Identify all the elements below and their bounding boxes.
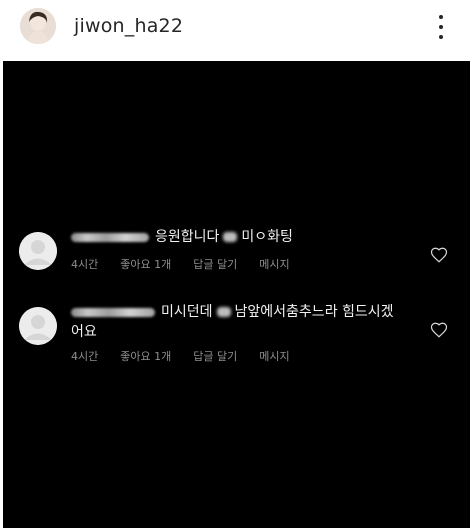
blurred-text [216, 307, 231, 317]
heart-outline-icon[interactable] [430, 246, 448, 264]
avatar-photo [20, 8, 56, 44]
comment-meta: 4시간 좋아요 1개 답글 달기 메시지 [71, 348, 290, 364]
reply-button[interactable]: 답글 달기 [193, 348, 237, 364]
post-header: jiwon_ha22 [0, 0, 473, 56]
default-avatar-icon [19, 232, 57, 270]
more-options-button[interactable] [430, 12, 452, 42]
live-video-area: 응원합니다 미ㅇ화팅 4시간 좋아요 1개 답글 달기 메시지 미시던데 남앞에서춤… [3, 61, 470, 528]
comment-time: 4시간 [71, 258, 99, 271]
comment-meta: 4시간 좋아요 1개 답글 달기 메시지 [71, 256, 290, 272]
comment-text: 응원합니다 미ㅇ화팅 [71, 227, 400, 247]
comment-text-part: 미ㅇ화팅 [241, 229, 293, 245]
message-button[interactable]: 메시지 [259, 256, 289, 272]
comment-text-part: 응원합니다 [155, 229, 220, 245]
message-button[interactable]: 메시지 [259, 348, 289, 364]
more-dot [439, 25, 443, 29]
comment-likes[interactable]: 좋아요 1개 [120, 256, 171, 272]
comment-text-part: 미시던데 [161, 304, 213, 320]
heart-outline-icon[interactable] [430, 321, 448, 339]
blurred-username [71, 307, 155, 317]
profile-avatar[interactable] [20, 8, 56, 44]
default-avatar-icon [19, 307, 57, 345]
username[interactable]: jiwon_ha22 [74, 15, 183, 37]
comment-time: 4시간 [71, 350, 99, 363]
comment-text-part: 남앞에서춤추느라 힘드시겠 [234, 304, 394, 320]
blurred-text [223, 232, 238, 242]
comment-likes[interactable]: 좋아요 1개 [120, 348, 171, 364]
commenter-avatar[interactable] [19, 232, 57, 270]
more-vertical-icon [439, 15, 443, 19]
comment-text: 미시던데 남앞에서춤추느라 힘드시겠 어요 [71, 302, 400, 342]
blurred-username [71, 232, 149, 242]
comment-text-part: 어요 [71, 324, 97, 340]
more-dot [439, 35, 443, 39]
commenter-avatar[interactable] [19, 307, 57, 345]
reply-button[interactable]: 답글 달기 [193, 256, 237, 272]
